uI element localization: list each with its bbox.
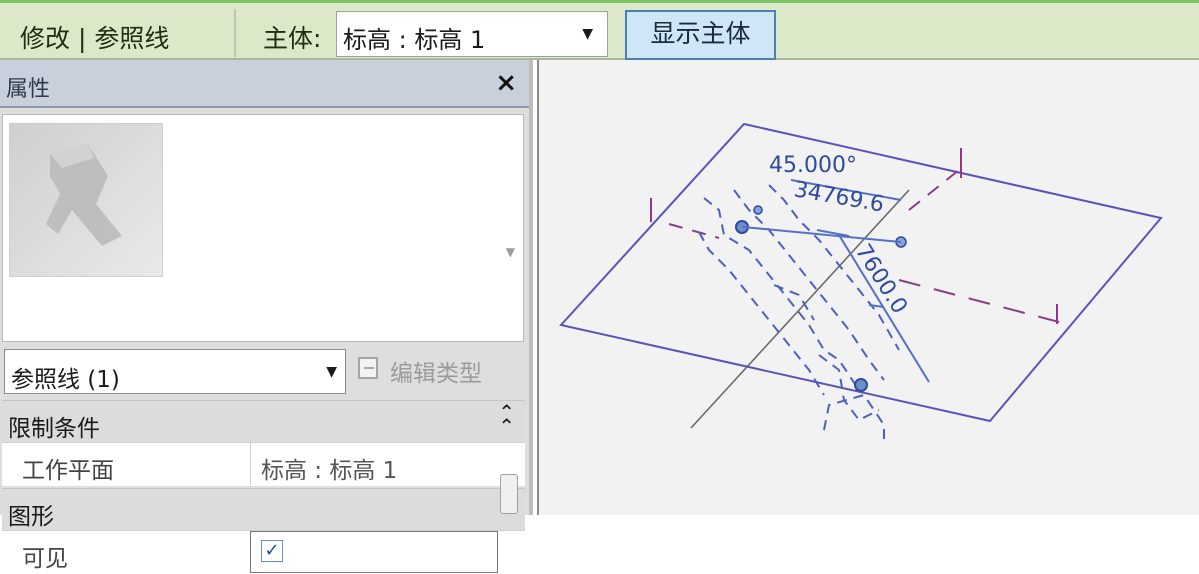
section-constraints[interactable]: 限制条件 ⌃ ⌃: [2, 400, 525, 442]
type-selector-dropdown[interactable]: 参照线 (1) ▼: [4, 349, 346, 394]
chevron-down-icon[interactable]: ▼: [506, 245, 515, 259]
type-selector-value: 参照线 (1): [11, 367, 120, 393]
divider: [234, 9, 236, 57]
edit-type-icon: [358, 357, 378, 379]
type-preview[interactable]: ▼: [2, 114, 524, 342]
context-tab-modify-reference-line[interactable]: 修改 | 参照线: [20, 19, 169, 55]
reference-line-thumbnail-icon: [9, 123, 163, 277]
chevron-down-icon: ▼: [326, 364, 337, 380]
property-value-cell[interactable]: ✓: [250, 531, 498, 573]
properties-panel: 属性 × ▼ 参照线 (1) ▼ 编辑类型 限制条件 ⌃ ⌃ 工作平面 标高:…: [0, 60, 533, 574]
options-bar: 修改 | 参照线 主体: 标高 : 标高 1 ▼ 显示主体: [0, 0, 1199, 60]
drawing-viewport[interactable]: 45.000° 34769.6 7600.0: [537, 60, 1199, 515]
collapse-icon[interactable]: ⌃⌃: [498, 402, 515, 436]
property-value-cell[interactable]: 标高 : 标高 1: [250, 443, 498, 485]
property-row-visible: 可见 ✓: [2, 530, 525, 574]
property-key: 可见: [22, 546, 68, 572]
length-dimension-label[interactable]: 34769.6: [792, 177, 886, 217]
edit-type-button[interactable]: 编辑类型: [358, 352, 514, 390]
property-value: 标高 : 标高 1: [261, 458, 398, 484]
property-key: 工作平面: [22, 458, 114, 484]
properties-title-bar: 属性 ×: [0, 60, 529, 108]
close-icon[interactable]: ×: [495, 68, 517, 98]
host-label: 主体:: [263, 24, 322, 53]
property-row-work-plane: 工作平面 标高 : 标高 1: [2, 442, 525, 486]
show-host-button[interactable]: 显示主体: [625, 10, 776, 60]
section-graphics[interactable]: 图形 ⌃⌃: [2, 488, 525, 530]
reference-line-outline[interactable]: [698, 184, 900, 440]
edit-type-label: 编辑类型: [390, 361, 482, 387]
section-title: 限制条件: [8, 416, 100, 442]
visible-checkbox[interactable]: ✓: [261, 540, 283, 562]
panel-title: 属性: [6, 77, 51, 102]
host-dropdown-value: 标高 : 标高 1: [343, 26, 486, 54]
host-dropdown[interactable]: 标高 : 标高 1 ▼: [336, 11, 608, 57]
section-title: 图形: [8, 504, 54, 530]
chevron-down-icon: ▼: [582, 26, 593, 42]
work-axis-line: [690, 189, 910, 429]
scrollbar-thumb[interactable]: [500, 474, 518, 514]
angle-dimension-label[interactable]: 45.000°: [769, 153, 857, 178]
